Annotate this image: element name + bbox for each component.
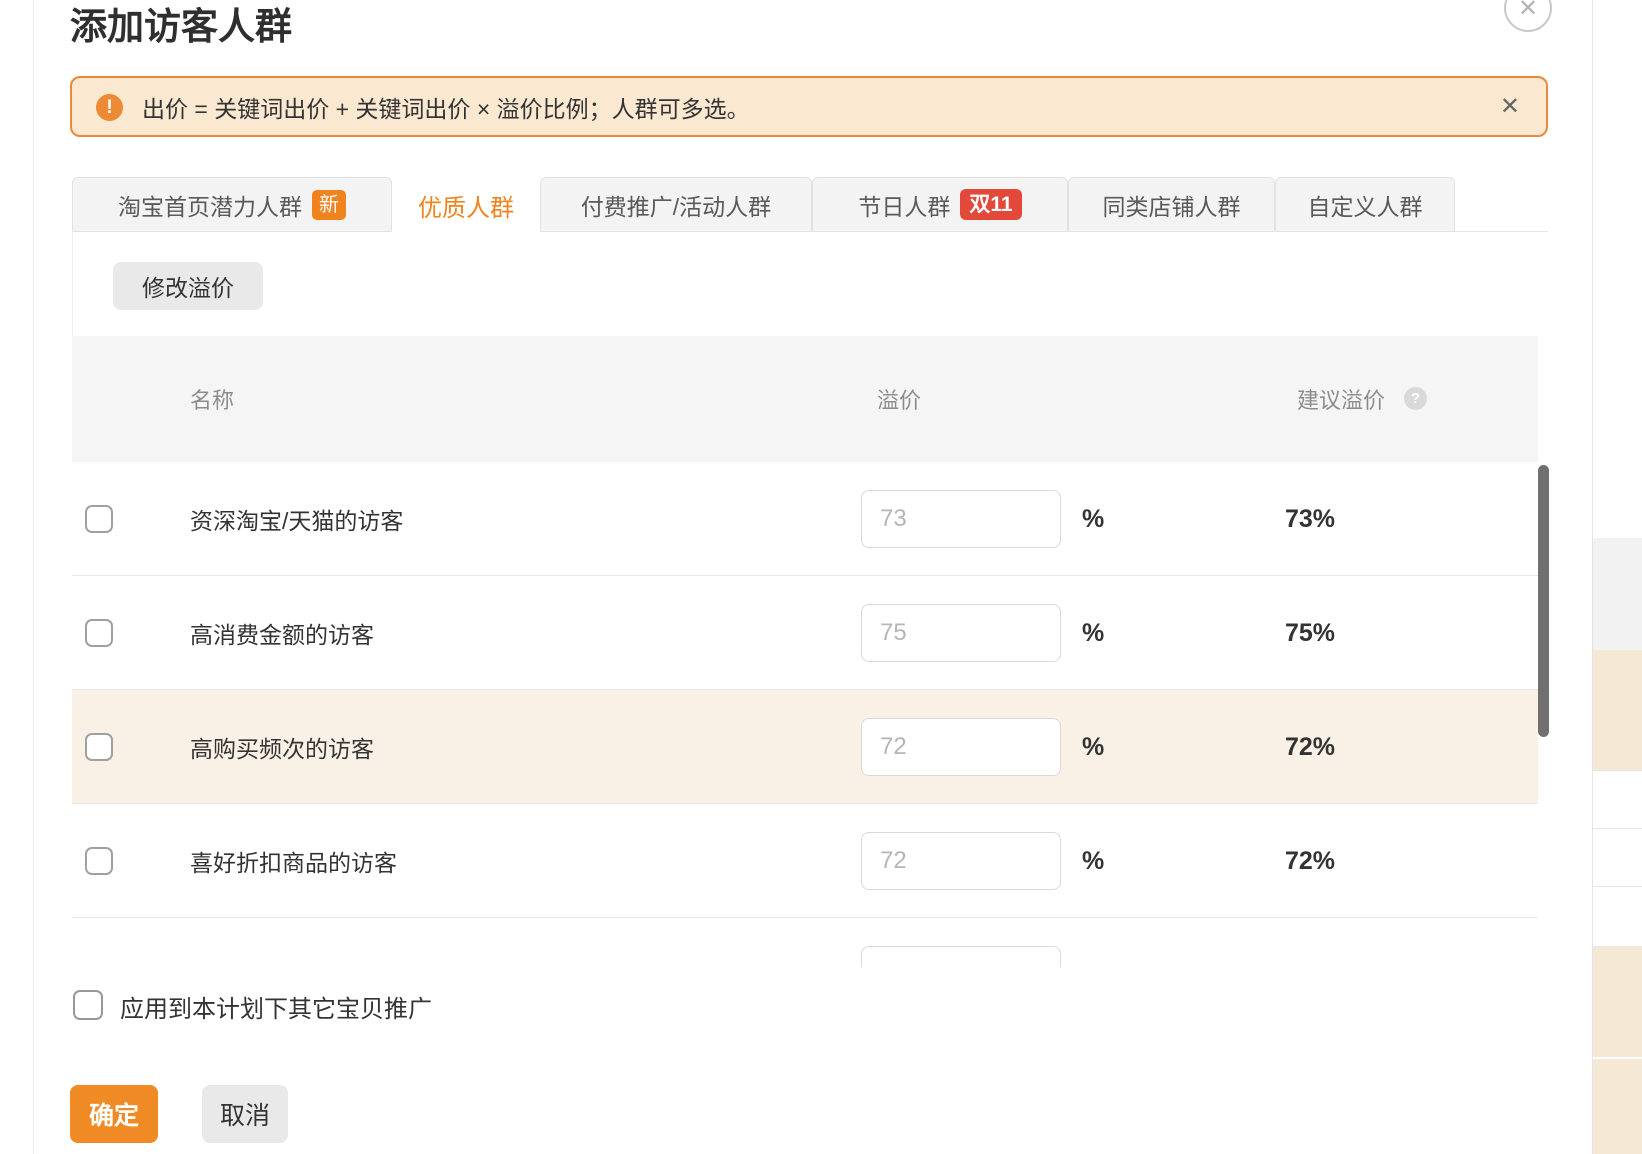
percent-suffix: % xyxy=(1082,690,1104,804)
background-row-beige xyxy=(1593,650,1642,770)
suggested-premium: 73% xyxy=(1250,462,1370,576)
background-row xyxy=(1593,770,1642,829)
background-row-beige xyxy=(1593,946,1642,1057)
suggested-premium: 72% xyxy=(1250,690,1370,804)
help-icon[interactable]: ? xyxy=(1404,387,1427,410)
table-row: 资深淘宝/天猫的访客 % 73% xyxy=(72,462,1538,576)
tab-festival-audience[interactable]: 节日人群 双11 xyxy=(812,177,1068,232)
alert-close-icon[interactable]: ✕ xyxy=(1500,92,1520,121)
tab-taobao-homepage-potential[interactable]: 淘宝首页潜力人群 新 xyxy=(72,177,392,232)
table-header: 名称 溢价 建议溢价 ? xyxy=(72,336,1538,462)
suggested-premium: 72% xyxy=(1250,804,1370,918)
background-row-beige xyxy=(1593,1059,1642,1154)
modal-right-edge xyxy=(1592,0,1593,1154)
scrollbar-thumb[interactable] xyxy=(1538,465,1549,737)
tab-label: 节日人群 xyxy=(858,188,950,222)
premium-input[interactable] xyxy=(861,490,1061,548)
double11-badge: 双11 xyxy=(960,189,1021,220)
exclamation-icon: ! xyxy=(96,94,123,121)
alert-text: 出价 = 关键词出价 + 关键词出价 × 溢价比例；人群可多选。 xyxy=(142,78,750,135)
confirm-button[interactable]: 确定 xyxy=(70,1085,158,1143)
tab-label: 淘宝首页潜力人群 xyxy=(118,188,302,222)
audience-name: 资深淘宝/天猫的访客 xyxy=(190,462,403,576)
background-table-header: 点击率 xyxy=(1593,538,1642,650)
premium-input[interactable] xyxy=(861,946,1061,967)
modal-close-button[interactable]: ✕ xyxy=(1504,0,1552,32)
new-badge: 新 xyxy=(312,190,346,220)
row-checkbox[interactable] xyxy=(85,847,113,875)
table-row: 高消费金额的访客 % 75% xyxy=(72,576,1538,690)
table-row-highlighted: 高购买频次的访客 % 72% xyxy=(72,690,1538,804)
tabbar-divider xyxy=(1455,231,1548,232)
audience-name: 高消费金额的访客 xyxy=(190,576,374,690)
premium-input[interactable] xyxy=(861,832,1061,890)
background-row xyxy=(1593,886,1642,945)
cancel-button[interactable]: 取消 xyxy=(202,1085,288,1143)
percent-suffix: % xyxy=(1082,462,1104,576)
suggested-premium: 75% xyxy=(1250,576,1370,690)
apply-to-plan-label: 应用到本计划下其它宝贝推广 xyxy=(120,990,432,1022)
table-row: 喜好折扣商品的访客 % 72% xyxy=(72,804,1538,918)
background-page-strip: 点击率 xyxy=(1593,0,1642,1154)
row-checkbox[interactable] xyxy=(85,733,113,761)
bid-formula-alert: ! 出价 = 关键词出价 + 关键词出价 × 溢价比例；人群可多选。 ✕ xyxy=(70,76,1548,137)
premium-input[interactable] xyxy=(861,604,1061,662)
premium-input[interactable] xyxy=(861,718,1061,776)
tab-quality-audience[interactable]: 优质人群 xyxy=(392,177,540,233)
percent-suffix: % xyxy=(1082,576,1104,690)
tab-custom-audience[interactable]: 自定义人群 xyxy=(1275,177,1455,232)
tab-label: 自定义人群 xyxy=(1308,188,1423,222)
modify-premium-button[interactable]: 修改溢价 xyxy=(113,262,263,310)
row-checkbox[interactable] xyxy=(85,505,113,533)
modal-left-edge xyxy=(33,0,34,1154)
background-row xyxy=(1593,828,1642,887)
column-header-suggested: 建议溢价 xyxy=(1297,336,1385,462)
tab-label: 付费推广/活动人群 xyxy=(581,188,771,222)
percent-suffix: % xyxy=(1082,804,1104,918)
column-header-name: 名称 xyxy=(190,336,234,462)
table-row-partial xyxy=(72,918,1538,967)
close-icon: ✕ xyxy=(1518,0,1538,23)
tab-similar-shop-audience[interactable]: 同类店铺人群 xyxy=(1068,177,1275,232)
dialog-title: 添加访客人群 xyxy=(70,0,292,50)
tab-label: 同类店铺人群 xyxy=(1103,188,1241,222)
column-header-premium: 溢价 xyxy=(877,336,921,462)
tab-label: 优质人群 xyxy=(418,188,514,223)
audience-name: 喜好折扣商品的访客 xyxy=(190,804,397,918)
tab-paid-promo-activity[interactable]: 付费推广/活动人群 xyxy=(540,177,812,232)
audience-name: 高购买频次的访客 xyxy=(190,690,374,804)
row-checkbox[interactable] xyxy=(85,619,113,647)
screen: 点击率 ✕ 添加访客人群 ! 出价 = 关键词出价 + 关键词出价 × 溢价比例… xyxy=(0,0,1642,1154)
apply-to-plan-checkbox[interactable] xyxy=(73,990,103,1020)
